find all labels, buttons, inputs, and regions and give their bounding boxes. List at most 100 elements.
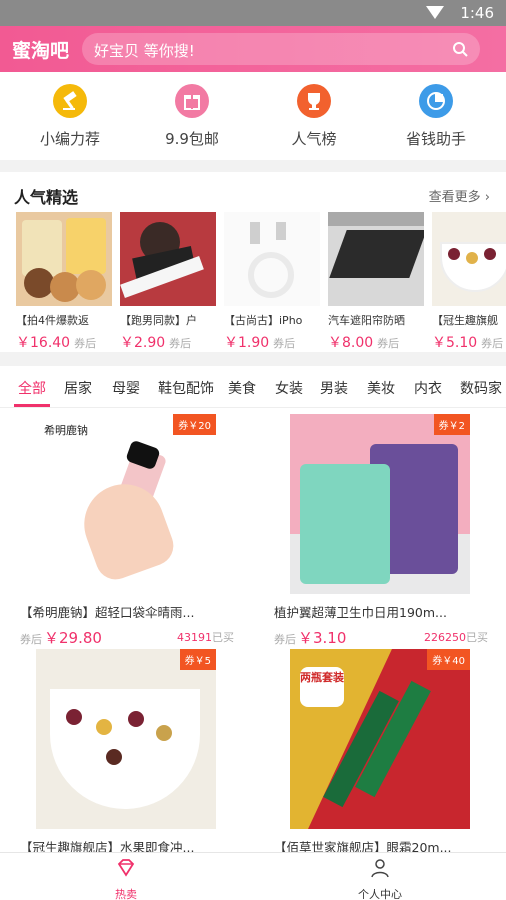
price-value: ￥3.10: [298, 629, 347, 647]
price-tag: 券后: [377, 337, 400, 350]
wifi-icon: [426, 6, 444, 19]
nav-label: 个人中心: [358, 888, 402, 900]
product-name: 【希明鹿钠】超轻口袋伞晴雨...: [20, 605, 195, 620]
product-name: 【冠生趣旗舰店】水果即食冲...: [20, 840, 195, 852]
quick-item-label: 省钱助手: [405, 130, 466, 148]
tab-beauty[interactable]: 美妆: [367, 378, 395, 398]
product-image: 券￥5: [36, 649, 216, 829]
brand-text: 希明鹿钠: [44, 424, 88, 437]
trophy-icon: [297, 84, 331, 118]
product-price: ￥1.90 券后: [224, 332, 320, 352]
product-price: ￥16.40 券后: [16, 332, 112, 352]
coupon-badge: 券￥20: [173, 414, 216, 435]
quick-item-free-shipping[interactable]: 9.9包邮: [132, 84, 252, 149]
tab-women[interactable]: 女装: [275, 378, 303, 398]
search-icon[interactable]: [452, 41, 468, 57]
section-title: 人气精选: [14, 188, 79, 207]
product-image: [224, 212, 320, 306]
active-tab-indicator: [14, 404, 50, 407]
tab-underwear[interactable]: 内衣: [414, 378, 442, 398]
price-tag: 券后: [169, 337, 192, 350]
view-more-label: 查看更多: [428, 190, 481, 205]
popular-section: 人气精选 查看更多 › 【拍4件爆款返 ￥16.40 券后 【跑男同款】户 ￥2.…: [0, 172, 506, 352]
price-value: ￥16.40: [16, 335, 71, 351]
product-card[interactable]: 券￥2 植护翼超薄卫生巾日用190m... 券后 ￥3.10 226250已买: [266, 414, 496, 647]
coupon-badge: 券￥2: [433, 414, 470, 435]
promo-badge: 两瓶套装: [300, 667, 344, 707]
sold-number: 43191: [177, 631, 212, 644]
quick-item-label: 小编力荐: [39, 130, 100, 148]
view-more-link[interactable]: 查看更多 ›: [429, 186, 490, 205]
product-meta: 券后 ￥29.80 43191已买: [12, 627, 242, 647]
diamond-icon: [117, 859, 135, 877]
section-divider: [0, 352, 506, 366]
product-image: [16, 212, 112, 306]
tab-all[interactable]: 全部: [18, 378, 46, 398]
product-price: ￥2.90 券后: [120, 332, 216, 352]
product-card[interactable]: 券￥5 【冠生趣旗舰店】水果即食冲...: [12, 649, 242, 852]
popular-item[interactable]: 【拍4件爆款返 ￥16.40 券后: [16, 212, 112, 352]
quick-item-label: 人气榜: [291, 130, 337, 148]
bottom-nav: 热卖 个人中心: [0, 852, 506, 900]
pie-chart-icon: [419, 84, 453, 118]
price-tag: 券后: [74, 337, 97, 350]
product-image: 希明鹿钠 券￥20: [36, 414, 216, 594]
user-icon: [371, 859, 389, 878]
nav-hot[interactable]: 热卖: [66, 857, 186, 900]
sold-suffix: 已买: [212, 631, 234, 644]
price-tag: 券后: [20, 633, 42, 646]
app-header: 蜜淘吧 好宝贝 等你搜!: [0, 26, 506, 72]
price-value: ￥1.90: [224, 335, 270, 351]
tab-digital[interactable]: 数码家: [460, 378, 502, 398]
tab-bags[interactable]: 鞋包配饰: [158, 378, 214, 398]
sold-count: 226250已买: [424, 629, 488, 645]
price-tag: 券后: [481, 337, 504, 350]
product-name: 【跑男同款】户: [120, 314, 197, 327]
sold-count: 43191已买: [177, 629, 234, 645]
product-meta: 券后 ￥3.10 226250已买: [266, 627, 496, 647]
product-card[interactable]: 希明鹿钠 券￥20 【希明鹿钠】超轻口袋伞晴雨... 券后 ￥29.80 4319…: [12, 414, 242, 647]
product-image: [120, 212, 216, 306]
gift-icon: [175, 84, 209, 118]
sold-number: 226250: [424, 631, 466, 644]
product-card[interactable]: 两瓶套装 券￥40 【佰草世家旗舰店】眼霜20m...: [266, 649, 496, 852]
coupon-badge: 券￥5: [179, 649, 216, 670]
quick-item-editor-picks[interactable]: 小编力荐: [10, 84, 130, 149]
quick-item-saving-helper[interactable]: 省钱助手: [376, 84, 496, 149]
product-name: 汽车遮阳帘防晒: [328, 314, 405, 327]
search-input[interactable]: 好宝贝 等你搜!: [82, 33, 480, 65]
nav-label: 热卖: [115, 888, 137, 900]
product-name: 【拍4件爆款返: [16, 314, 89, 327]
product-name: 植护翼超薄卫生巾日用190m...: [274, 605, 447, 620]
product-image: [328, 212, 424, 306]
product-name: 【古尚古】iPho: [224, 314, 303, 327]
quick-item-label: 9.9包邮: [165, 130, 219, 148]
sold-suffix: 已买: [466, 631, 488, 644]
tab-baby[interactable]: 母婴: [112, 378, 140, 398]
popular-item[interactable]: 【跑男同款】户 ￥2.90 券后: [120, 212, 216, 352]
popular-item[interactable]: 【冠生趣旗舰 ￥5.10 券后: [432, 212, 506, 352]
popular-item[interactable]: 汽车遮阳帘防晒 ￥8.00 券后: [328, 212, 424, 352]
product-image: 券￥2: [290, 414, 470, 594]
quick-item-ranking[interactable]: 人气榜: [254, 84, 374, 149]
coupon-badge: 券￥40: [427, 649, 470, 670]
product-price: ￥5.10 券后: [432, 332, 506, 352]
tab-men[interactable]: 男装: [320, 378, 348, 398]
product-grid: 希明鹿钠 券￥20 【希明鹿钠】超轻口袋伞晴雨... 券后 ￥29.80 4319…: [0, 408, 506, 852]
tab-food[interactable]: 美食: [228, 378, 256, 398]
product-image: 两瓶套装 券￥40: [290, 649, 470, 829]
price-tag: 券后: [274, 633, 296, 646]
gavel-icon: [53, 84, 87, 118]
price-value: ￥8.00: [328, 335, 374, 351]
chevron-right-icon: ›: [484, 190, 490, 205]
tab-home[interactable]: 居家: [64, 378, 92, 398]
status-time: 1:46: [460, 4, 494, 22]
nav-profile[interactable]: 个人中心: [320, 857, 440, 900]
category-tabs: 全部 居家 母婴 鞋包配饰 美食 女装 男装 美妆 内衣 数码家: [0, 366, 506, 408]
product-price: ￥8.00 券后: [328, 332, 424, 352]
popular-item[interactable]: 【古尚古】iPho ￥1.90 券后: [224, 212, 320, 352]
price-tag: 券后: [273, 337, 296, 350]
product-name: 【冠生趣旗舰: [432, 314, 498, 327]
quick-entries: 小编力荐 9.9包邮 人气榜 省钱助手: [0, 72, 506, 160]
price-value: ￥29.80: [44, 629, 102, 647]
